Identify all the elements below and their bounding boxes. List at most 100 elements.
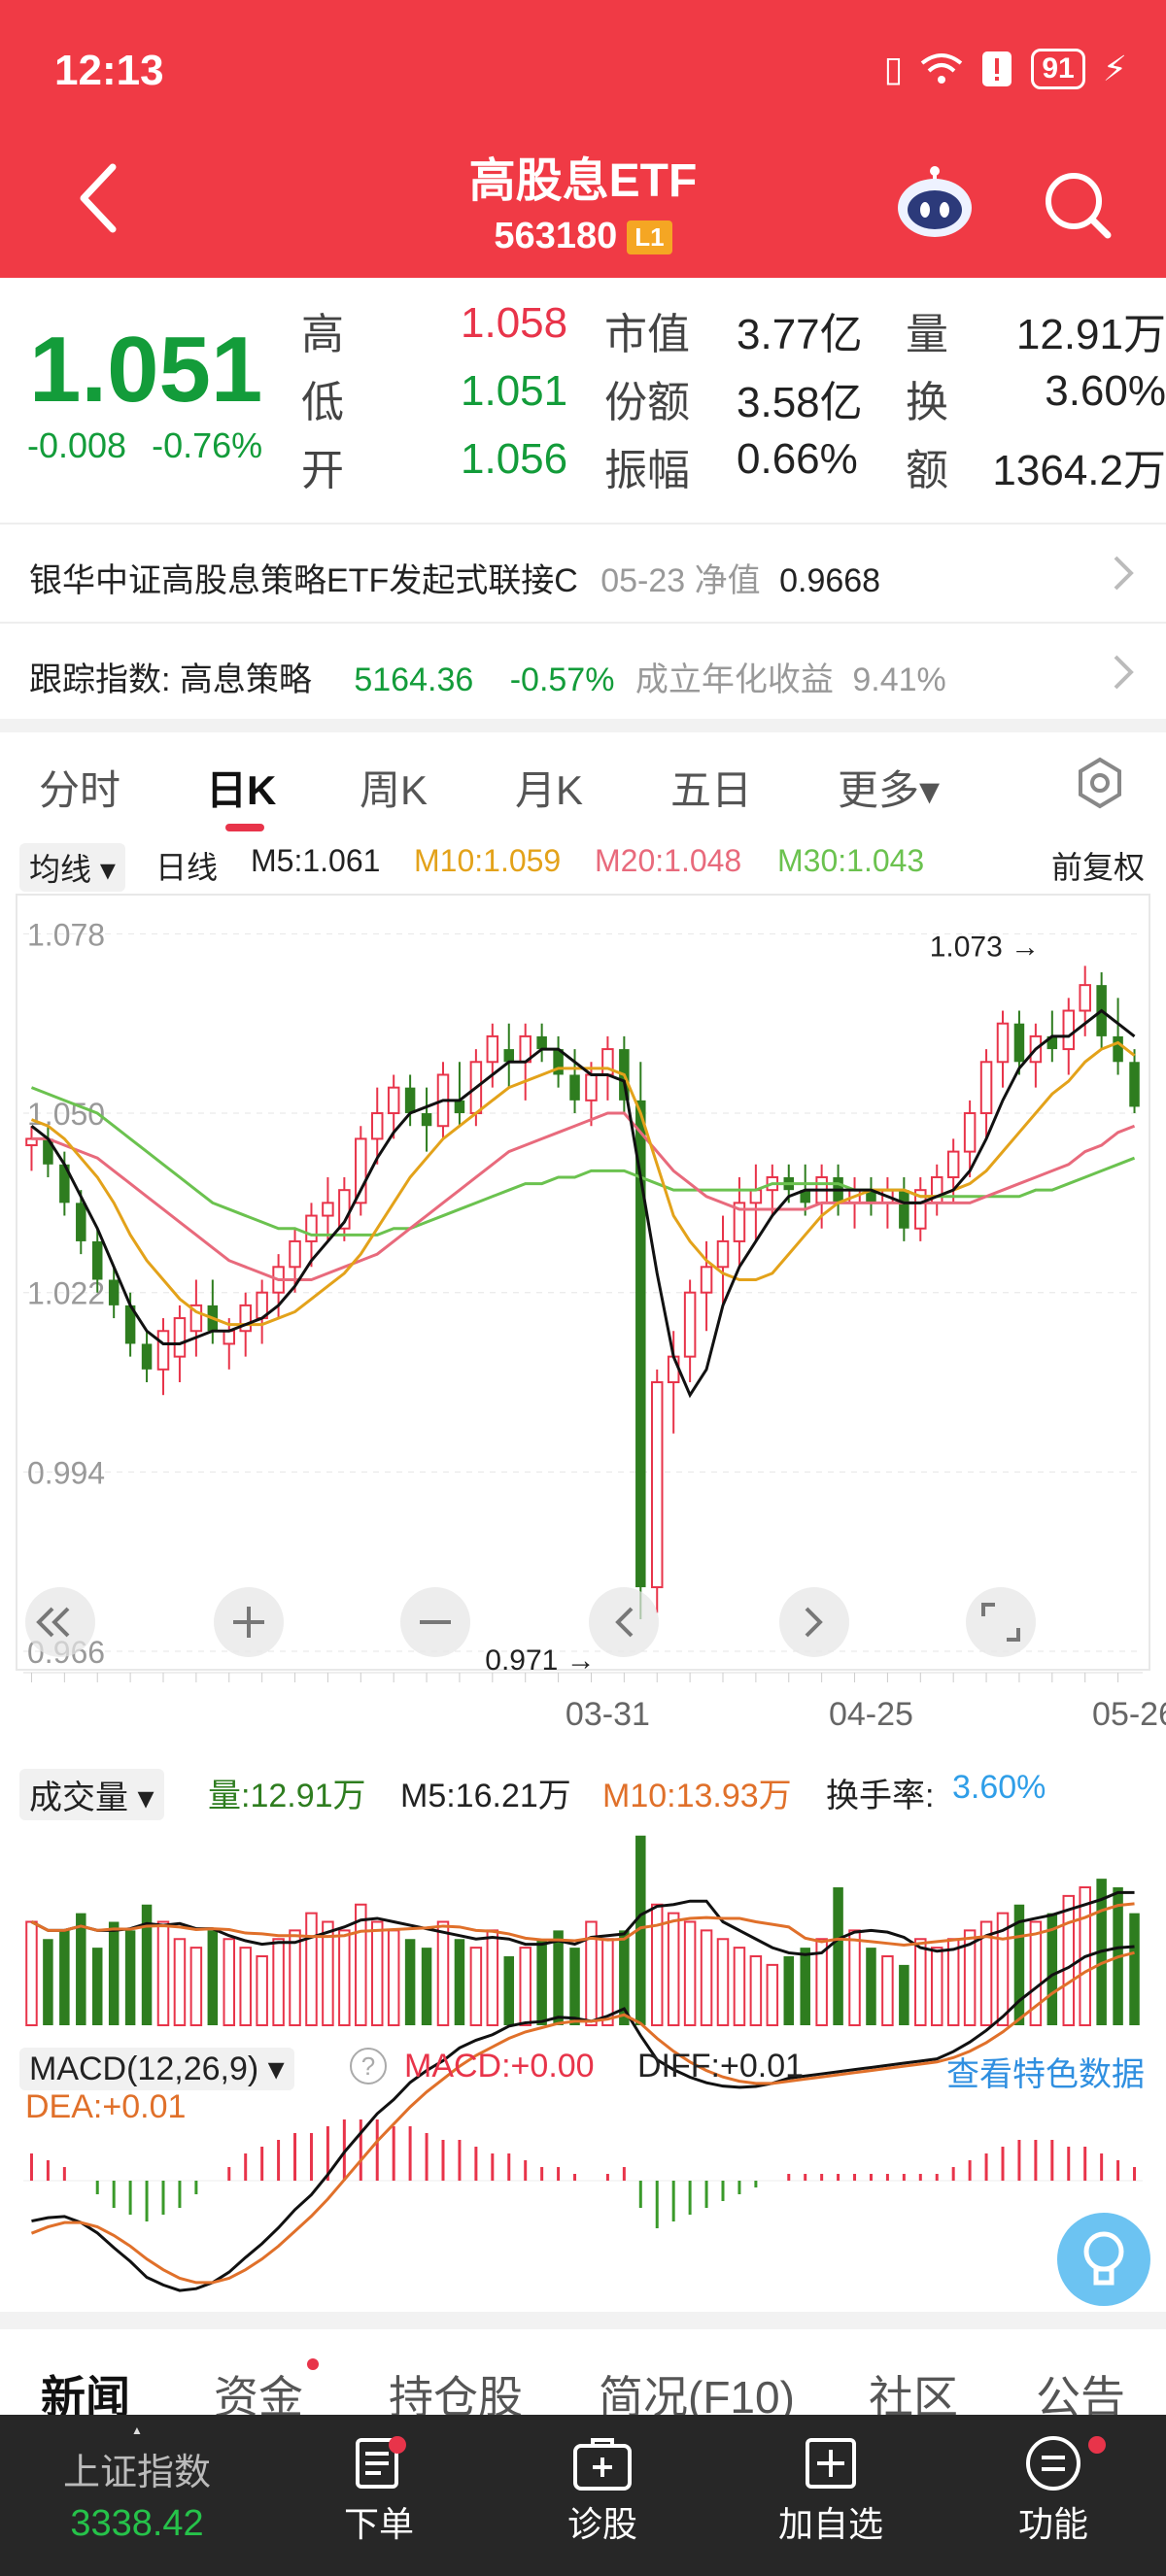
- volume-bar: [800, 1948, 810, 2025]
- section-divider: [0, 719, 1166, 732]
- volume-bar: [289, 1929, 301, 2027]
- robot-assistant-icon[interactable]: [894, 163, 976, 241]
- tab-daily-k[interactable]: 日K: [206, 758, 276, 817]
- adjust-mode[interactable]: 前复权: [1051, 843, 1145, 888]
- info-tabs: 新闻 资金 持仓股 简况(F10) 社区 公告: [0, 2331, 1166, 2423]
- volume-bar: [635, 1835, 646, 2025]
- volume-bar: [338, 1929, 351, 2027]
- quote-panel: 1.051 -0.008 -0.76% 高 1.058 市值 3.77亿 量 12…: [0, 278, 1166, 523]
- change-value: -0.008: [27, 425, 127, 465]
- volume-bar: [881, 1955, 894, 2026]
- volume-bar: [930, 1947, 943, 2027]
- tab-monthly-k[interactable]: 月K: [515, 758, 583, 817]
- stat-label: 额: [906, 447, 948, 494]
- volume-bar: [815, 1938, 828, 2026]
- volume-selector[interactable]: 成交量 ▾: [19, 1769, 164, 1820]
- volume-bar: [173, 1938, 187, 2026]
- volume-bar: [124, 1930, 136, 2025]
- volume-bar: [783, 1956, 795, 2025]
- volume-bar: [585, 1920, 598, 2026]
- quote-stats: 高 1.058 市值 3.77亿 量 12.91万 低 1.051 份额 3.5…: [301, 299, 1166, 503]
- scroll-right-button[interactable]: [779, 1587, 849, 1657]
- tracking-pct: -0.57%: [509, 661, 615, 698]
- alert-icon: [982, 51, 1012, 86]
- stat-label: 市值: [604, 311, 690, 358]
- volume-bar: [469, 1947, 483, 2027]
- nav-value: 0.9668: [779, 562, 881, 599]
- volume-bar: [766, 1963, 779, 2026]
- linked-fund-row[interactable]: 银华中证高股息策略ETF发起式联接C 05-23 净值 0.9668: [0, 523, 1166, 620]
- diagnose-button[interactable]: 诊股: [554, 2434, 651, 2547]
- chart-tabs: 分时 日K 周K 月K 五日 更多▾: [0, 734, 1166, 831]
- order-badge-dot: [389, 2436, 406, 2454]
- help-icon[interactable]: ?: [350, 2048, 387, 2085]
- volume-bar: [404, 1939, 416, 2025]
- nav-date: 05-23 净值: [600, 562, 761, 599]
- volume-bar: [59, 1930, 70, 2025]
- volume-bar: [503, 1956, 515, 2025]
- index-ticker[interactable]: ▲ 上证指数 3338.42: [54, 2424, 220, 2545]
- candlestick-chart-frame[interactable]: [16, 894, 1150, 1671]
- battery-level: 91: [1031, 49, 1085, 89]
- status-icons: ▯ 91 ⚡: [884, 49, 1127, 89]
- volume-bar: [223, 1938, 236, 2026]
- order-button[interactable]: 下单: [330, 2434, 428, 2547]
- tab-more[interactable]: 更多▾: [838, 758, 940, 817]
- volume-bar: [536, 1939, 547, 2025]
- macd-selector[interactable]: MACD(12,26,9) ▾: [19, 2048, 294, 2090]
- scroll-left-button[interactable]: [589, 1587, 659, 1657]
- function-button[interactable]: 功能: [1005, 2434, 1102, 2547]
- volume-value: 量:12.91万: [208, 1778, 366, 1814]
- volume-bar: [207, 1930, 219, 2025]
- tab-five-day[interactable]: 五日: [670, 758, 752, 817]
- volume-m5: M5:16.21万: [400, 1778, 571, 1814]
- tab-weekly-k[interactable]: 周K: [360, 758, 428, 817]
- price-change: -0.008 -0.76%: [27, 425, 288, 466]
- diagnose-label: 诊股: [566, 2504, 637, 2544]
- linked-fund-text: 银华中证高股息策略ETF发起式联接C 05-23 净值 0.9668: [29, 554, 880, 601]
- feature-data-link[interactable]: 查看特色数据: [946, 2048, 1145, 2095]
- tips-button[interactable]: [1057, 2213, 1150, 2306]
- tracking-index-row[interactable]: 跟踪指数: 高息策略 5164.36 -0.57% 成立年化收益 9.41%: [0, 622, 1166, 719]
- ma-selector[interactable]: 均线 ▾: [19, 843, 125, 892]
- quote-row: 低 1.051 份额 3.58亿 换 3.60%: [301, 367, 1166, 435]
- search-icon[interactable]: [1042, 169, 1114, 241]
- chart-settings-icon[interactable]: [1073, 756, 1127, 810]
- volume-bar: [700, 1929, 713, 2027]
- page-title: 高股息ETF: [468, 155, 698, 207]
- stat-label: 开: [301, 447, 344, 494]
- volume-m10: M10:13.93万: [602, 1778, 792, 1814]
- volume-bar: [996, 1912, 1010, 2027]
- volume-bar: [1062, 1894, 1076, 2026]
- fast-back-button[interactable]: [25, 1587, 95, 1657]
- ma-legend: 均线 ▾ 日线 M5:1.061 M10:1.059 M20:1.048 M30…: [0, 837, 1166, 892]
- volume-bar: [189, 1947, 203, 2027]
- add-watchlist-button[interactable]: 加自选: [768, 2434, 894, 2547]
- volume-bar: [1029, 1920, 1043, 2026]
- stat-value: 3.77亿: [737, 311, 863, 358]
- change-percent: -0.76%: [152, 425, 263, 465]
- bottom-toolbar: ▲ 上证指数 3338.42 下单 诊股 加自选 功能: [0, 2415, 1166, 2576]
- stat-value: 12.91万: [1015, 311, 1166, 358]
- tracking-value: 5164.36: [354, 661, 474, 698]
- macd-legend: MACD(12,26,9) ▾ ? MACD:+0.00 DIFF:+0.01 …: [0, 2048, 1166, 2145]
- volume-bar: [421, 1948, 432, 2025]
- volume-bar: [553, 1930, 564, 2025]
- volume-ma10-line: [30, 1902, 1135, 1947]
- level-badge: L1: [627, 220, 672, 255]
- annual-label: 成立年化收益: [634, 661, 834, 698]
- stat-value: 1.058: [461, 299, 568, 347]
- stat-label: 量: [906, 311, 948, 358]
- fullscreen-button[interactable]: [966, 1587, 1036, 1657]
- volume-bar: [1096, 1879, 1107, 2025]
- volume-bar: [946, 1938, 960, 2026]
- stat-value: 1.051: [461, 367, 568, 415]
- annual-value: 9.41%: [852, 661, 946, 698]
- turnover-value: 3.60%: [952, 1769, 1046, 1806]
- ma20-value: M20:1.048: [595, 843, 742, 878]
- charging-icon: ⚡: [1102, 49, 1127, 88]
- tab-intraday[interactable]: 分时: [39, 758, 120, 817]
- volume-bar: [519, 1947, 532, 2027]
- tracking-label: 跟踪指数: 高息策略: [29, 661, 312, 698]
- stat-label: 份额: [604, 379, 690, 426]
